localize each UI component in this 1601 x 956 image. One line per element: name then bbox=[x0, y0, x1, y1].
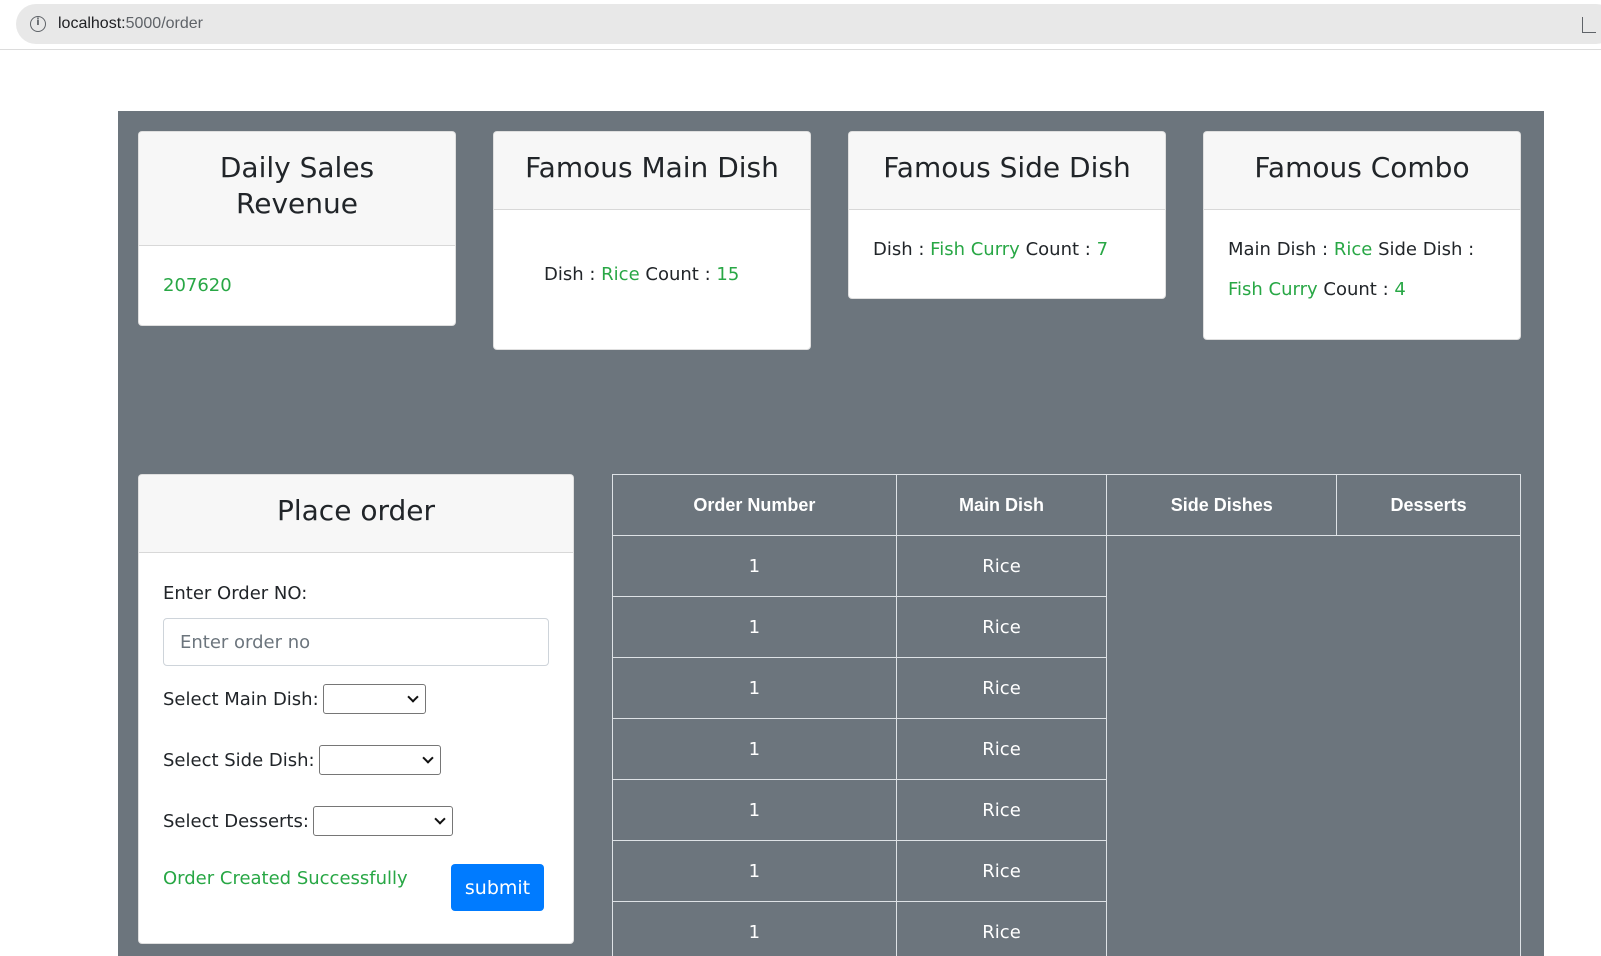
famous-main-dish-card: Famous Main Dish Dish : Rice Count : 15 bbox=[493, 131, 811, 350]
famous-side-dish-card: Famous Side Dish Dish : Fish Curry Count… bbox=[848, 131, 1166, 299]
chevron-down-icon bbox=[406, 691, 419, 703]
main-dish-value: Rice bbox=[1333, 239, 1373, 260]
dashboard-panel: Daily Sales Revenue 207620 Famous Main D… bbox=[118, 111, 1544, 956]
url-host: localhost: bbox=[58, 15, 126, 32]
side-dish-label: Side Dish : bbox=[1378, 239, 1475, 260]
famous-side-dish-title: Famous Side Dish bbox=[849, 132, 1165, 210]
order-number-cell: 1 bbox=[612, 901, 897, 956]
chevron-down-icon bbox=[421, 752, 434, 764]
success-message: Order Created Successfully bbox=[163, 868, 408, 889]
main-dish-row: Select Main Dish: bbox=[163, 684, 426, 714]
place-order-title: Place order bbox=[139, 475, 573, 553]
count-label: Count : bbox=[1323, 279, 1389, 300]
side-dish-select[interactable] bbox=[318, 745, 441, 775]
order-number-cell: 1 bbox=[612, 596, 897, 658]
sales-revenue-card: Daily Sales Revenue 207620 bbox=[138, 131, 456, 326]
famous-side-dish-body: Dish : Fish Curry Count : 7 bbox=[849, 210, 1165, 270]
sales-revenue-body: 207620 bbox=[139, 246, 455, 306]
main-dish-cell: Rice bbox=[895, 840, 1108, 902]
submit-button[interactable]: submit bbox=[451, 864, 544, 911]
side-dish-row: Select Side Dish: bbox=[163, 745, 441, 775]
share-icon[interactable] bbox=[1582, 17, 1596, 33]
desserts-select-label: Select Desserts: bbox=[163, 810, 309, 832]
url-text[interactable]: localhost:5000/order bbox=[58, 15, 203, 33]
count-label: Count : bbox=[1025, 239, 1091, 260]
dish-value: Fish Curry bbox=[930, 239, 1020, 260]
order-number-cell: 1 bbox=[612, 657, 897, 719]
order-number-label: Enter Order NO: bbox=[163, 583, 308, 604]
count-value: 7 bbox=[1096, 239, 1109, 260]
order-number-cell: 1 bbox=[612, 718, 897, 780]
place-order-form: Place order Enter Order NO: Select Main … bbox=[138, 474, 574, 944]
side-dish-select-label: Select Side Dish: bbox=[163, 749, 315, 771]
table-header-row: Order Number Main Dish Side Dishes Desse… bbox=[612, 474, 1521, 536]
desserts-select[interactable] bbox=[312, 806, 453, 836]
dish-value: Rice bbox=[601, 264, 640, 285]
main-dish-select[interactable] bbox=[322, 684, 426, 714]
count-value: 15 bbox=[716, 264, 740, 285]
famous-combo-title: Famous Combo bbox=[1204, 132, 1520, 210]
main-dish-cell: Rice bbox=[895, 657, 1108, 719]
table-row: 1 Rice bbox=[612, 535, 1521, 956]
address-bar[interactable]: i localhost:5000/order bbox=[16, 4, 1601, 44]
header-side-dishes: Side Dishes bbox=[1106, 474, 1338, 536]
main-dish-cell: Rice bbox=[895, 718, 1108, 780]
side-dessert-cell bbox=[1106, 535, 1521, 956]
header-order-number: Order Number bbox=[612, 474, 897, 536]
dish-label: Dish : bbox=[544, 264, 596, 285]
sales-revenue-value: 207620 bbox=[163, 275, 232, 296]
main-dish-label: Main Dish : bbox=[1228, 239, 1329, 260]
count-label: Count : bbox=[645, 264, 711, 285]
url-path: 5000/order bbox=[125, 15, 203, 32]
info-icon[interactable]: i bbox=[30, 16, 46, 32]
browser-toolbar: i localhost:5000/order bbox=[0, 0, 1601, 50]
orders-table: Order Number Main Dish Side Dishes Desse… bbox=[612, 474, 1521, 956]
side-dish-value: Fish Curry bbox=[1228, 279, 1318, 300]
dish-label: Dish : bbox=[873, 239, 925, 260]
famous-combo-body: Main Dish : Rice Side Dish : Fish Curry … bbox=[1204, 210, 1520, 310]
order-number-cell: 1 bbox=[612, 535, 897, 597]
header-desserts: Desserts bbox=[1336, 474, 1521, 536]
header-main-dish: Main Dish bbox=[895, 474, 1108, 536]
count-value: 4 bbox=[1394, 279, 1406, 300]
main-dish-cell: Rice bbox=[895, 779, 1108, 841]
order-number-cell: 1 bbox=[612, 779, 897, 841]
chevron-down-icon bbox=[434, 813, 446, 825]
main-dish-cell: Rice bbox=[895, 535, 1108, 597]
sales-revenue-title: Daily Sales Revenue bbox=[139, 132, 455, 246]
famous-main-dish-body: Dish : Rice Count : 15 bbox=[494, 210, 810, 295]
famous-main-dish-title: Famous Main Dish bbox=[494, 132, 810, 210]
order-number-cell: 1 bbox=[612, 840, 897, 902]
desserts-row: Select Desserts: bbox=[163, 806, 453, 836]
main-dish-select-label: Select Main Dish: bbox=[163, 688, 319, 710]
main-dish-cell: Rice bbox=[895, 596, 1108, 658]
main-dish-cell: Rice bbox=[895, 901, 1108, 956]
famous-combo-card: Famous Combo Main Dish : Rice Side Dish … bbox=[1203, 131, 1521, 340]
order-number-input[interactable] bbox=[163, 618, 549, 666]
